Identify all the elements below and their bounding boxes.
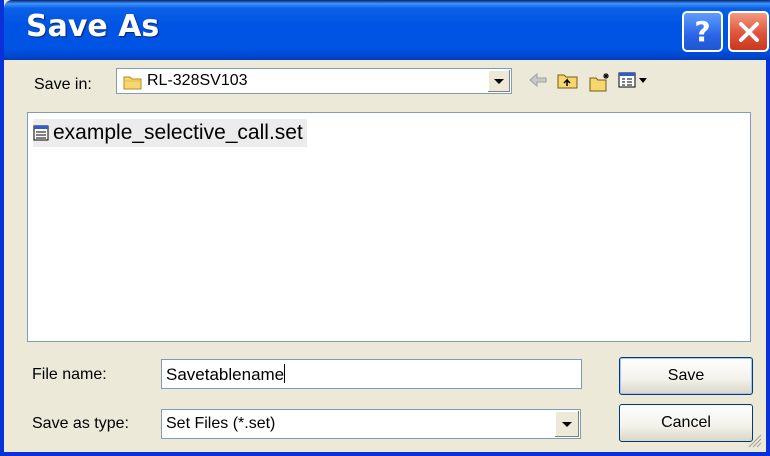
save-in-dropdown-button[interactable] xyxy=(487,70,510,92)
save-button[interactable]: Save xyxy=(619,357,753,395)
save-as-dialog: Save As ? Save in: RL-328SV103 example_s… xyxy=(0,0,770,456)
chevron-down-icon xyxy=(562,421,572,427)
help-icon: ? xyxy=(694,15,711,48)
list-item[interactable]: example_selective_call.set xyxy=(33,119,307,147)
dialog-title: Save As xyxy=(26,9,160,44)
save-as-type-dropdown[interactable]: Set Files (*.set) xyxy=(161,409,581,439)
save-in-label: Save in: xyxy=(34,76,92,93)
set-file-icon xyxy=(33,125,49,141)
file-name-label: File name: xyxy=(32,366,107,383)
text-caret xyxy=(284,364,286,383)
save-as-type-dropdown-button[interactable] xyxy=(554,411,579,437)
file-name-input[interactable]: Savetablename xyxy=(161,359,582,389)
new-folder-button[interactable] xyxy=(589,72,611,92)
back-arrow-icon xyxy=(529,72,547,88)
back-button[interactable] xyxy=(528,72,548,88)
cancel-button[interactable]: Cancel xyxy=(619,404,753,442)
save-in-value: RL-328SV103 xyxy=(147,72,248,89)
up-folder-button[interactable] xyxy=(557,72,579,90)
save-as-type-value: Set Files (*.set) xyxy=(166,415,276,432)
new-folder-icon xyxy=(589,73,609,92)
view-menu-icon xyxy=(618,72,647,88)
resize-grip-icon[interactable] xyxy=(748,434,762,448)
folder-icon xyxy=(123,76,142,90)
file-name-value: Savetablename xyxy=(166,365,285,384)
close-icon xyxy=(738,21,759,42)
save-in-dropdown[interactable]: RL-328SV103 xyxy=(116,68,512,94)
close-button[interactable] xyxy=(728,11,769,52)
chevron-down-icon xyxy=(494,78,504,84)
view-menu-button[interactable] xyxy=(618,72,648,88)
title-bar[interactable]: Save As ? xyxy=(4,0,770,60)
file-name-text: example_selective_call.set xyxy=(53,121,303,144)
save-as-type-label: Save as type: xyxy=(32,415,129,432)
file-list[interactable]: example_selective_call.set xyxy=(27,112,751,342)
help-button[interactable]: ? xyxy=(682,11,723,52)
up-folder-icon xyxy=(557,74,578,89)
